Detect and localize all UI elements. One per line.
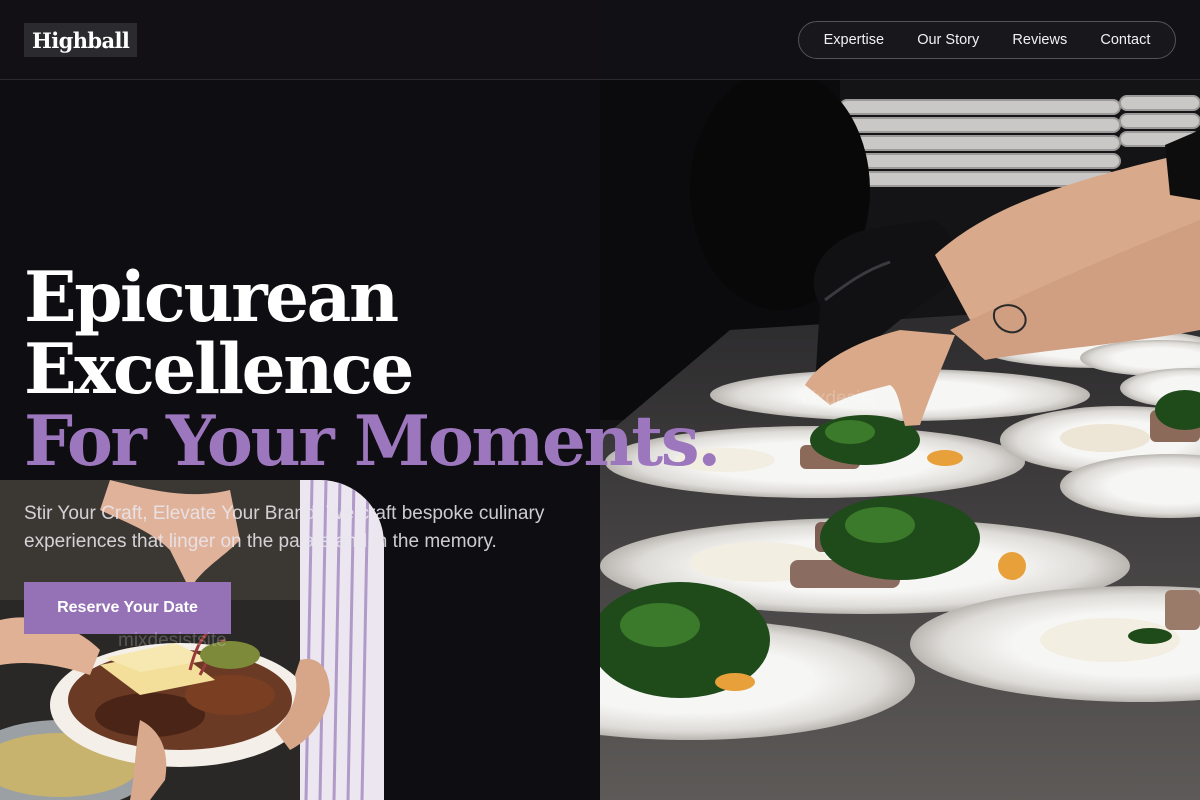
hero-subtext: Stir Your Craft, Elevate Your Brand. We … <box>24 503 545 552</box>
main-nav: Expertise Our Story Reviews Contact <box>798 21 1176 59</box>
nav-link-expertise[interactable]: Expertise <box>824 32 884 48</box>
nav-link-reviews[interactable]: Reviews <box>1012 32 1067 48</box>
headline-line-2: Excellence <box>24 329 414 410</box>
site-header: Highball Expertise Our Story Reviews Con… <box>0 0 1200 80</box>
nav-link-our-story[interactable]: Our Story <box>917 32 979 48</box>
headline-line-3-accent: For Your Moments. <box>24 401 721 482</box>
watermark-right: mixdesist <box>796 388 876 409</box>
nav-link-contact[interactable]: Contact <box>1100 32 1150 48</box>
reserve-date-button[interactable]: Reserve Your Date <box>24 582 231 634</box>
brand-logo[interactable]: Highball <box>24 23 138 57</box>
headline-line-1: Epicurean <box>24 257 399 338</box>
logo-text: Highball <box>32 27 130 53</box>
hero-headline: Epicurean Excellence For Your Moments. <box>24 257 721 482</box>
watermark-left: mixdesistsite <box>118 630 227 651</box>
